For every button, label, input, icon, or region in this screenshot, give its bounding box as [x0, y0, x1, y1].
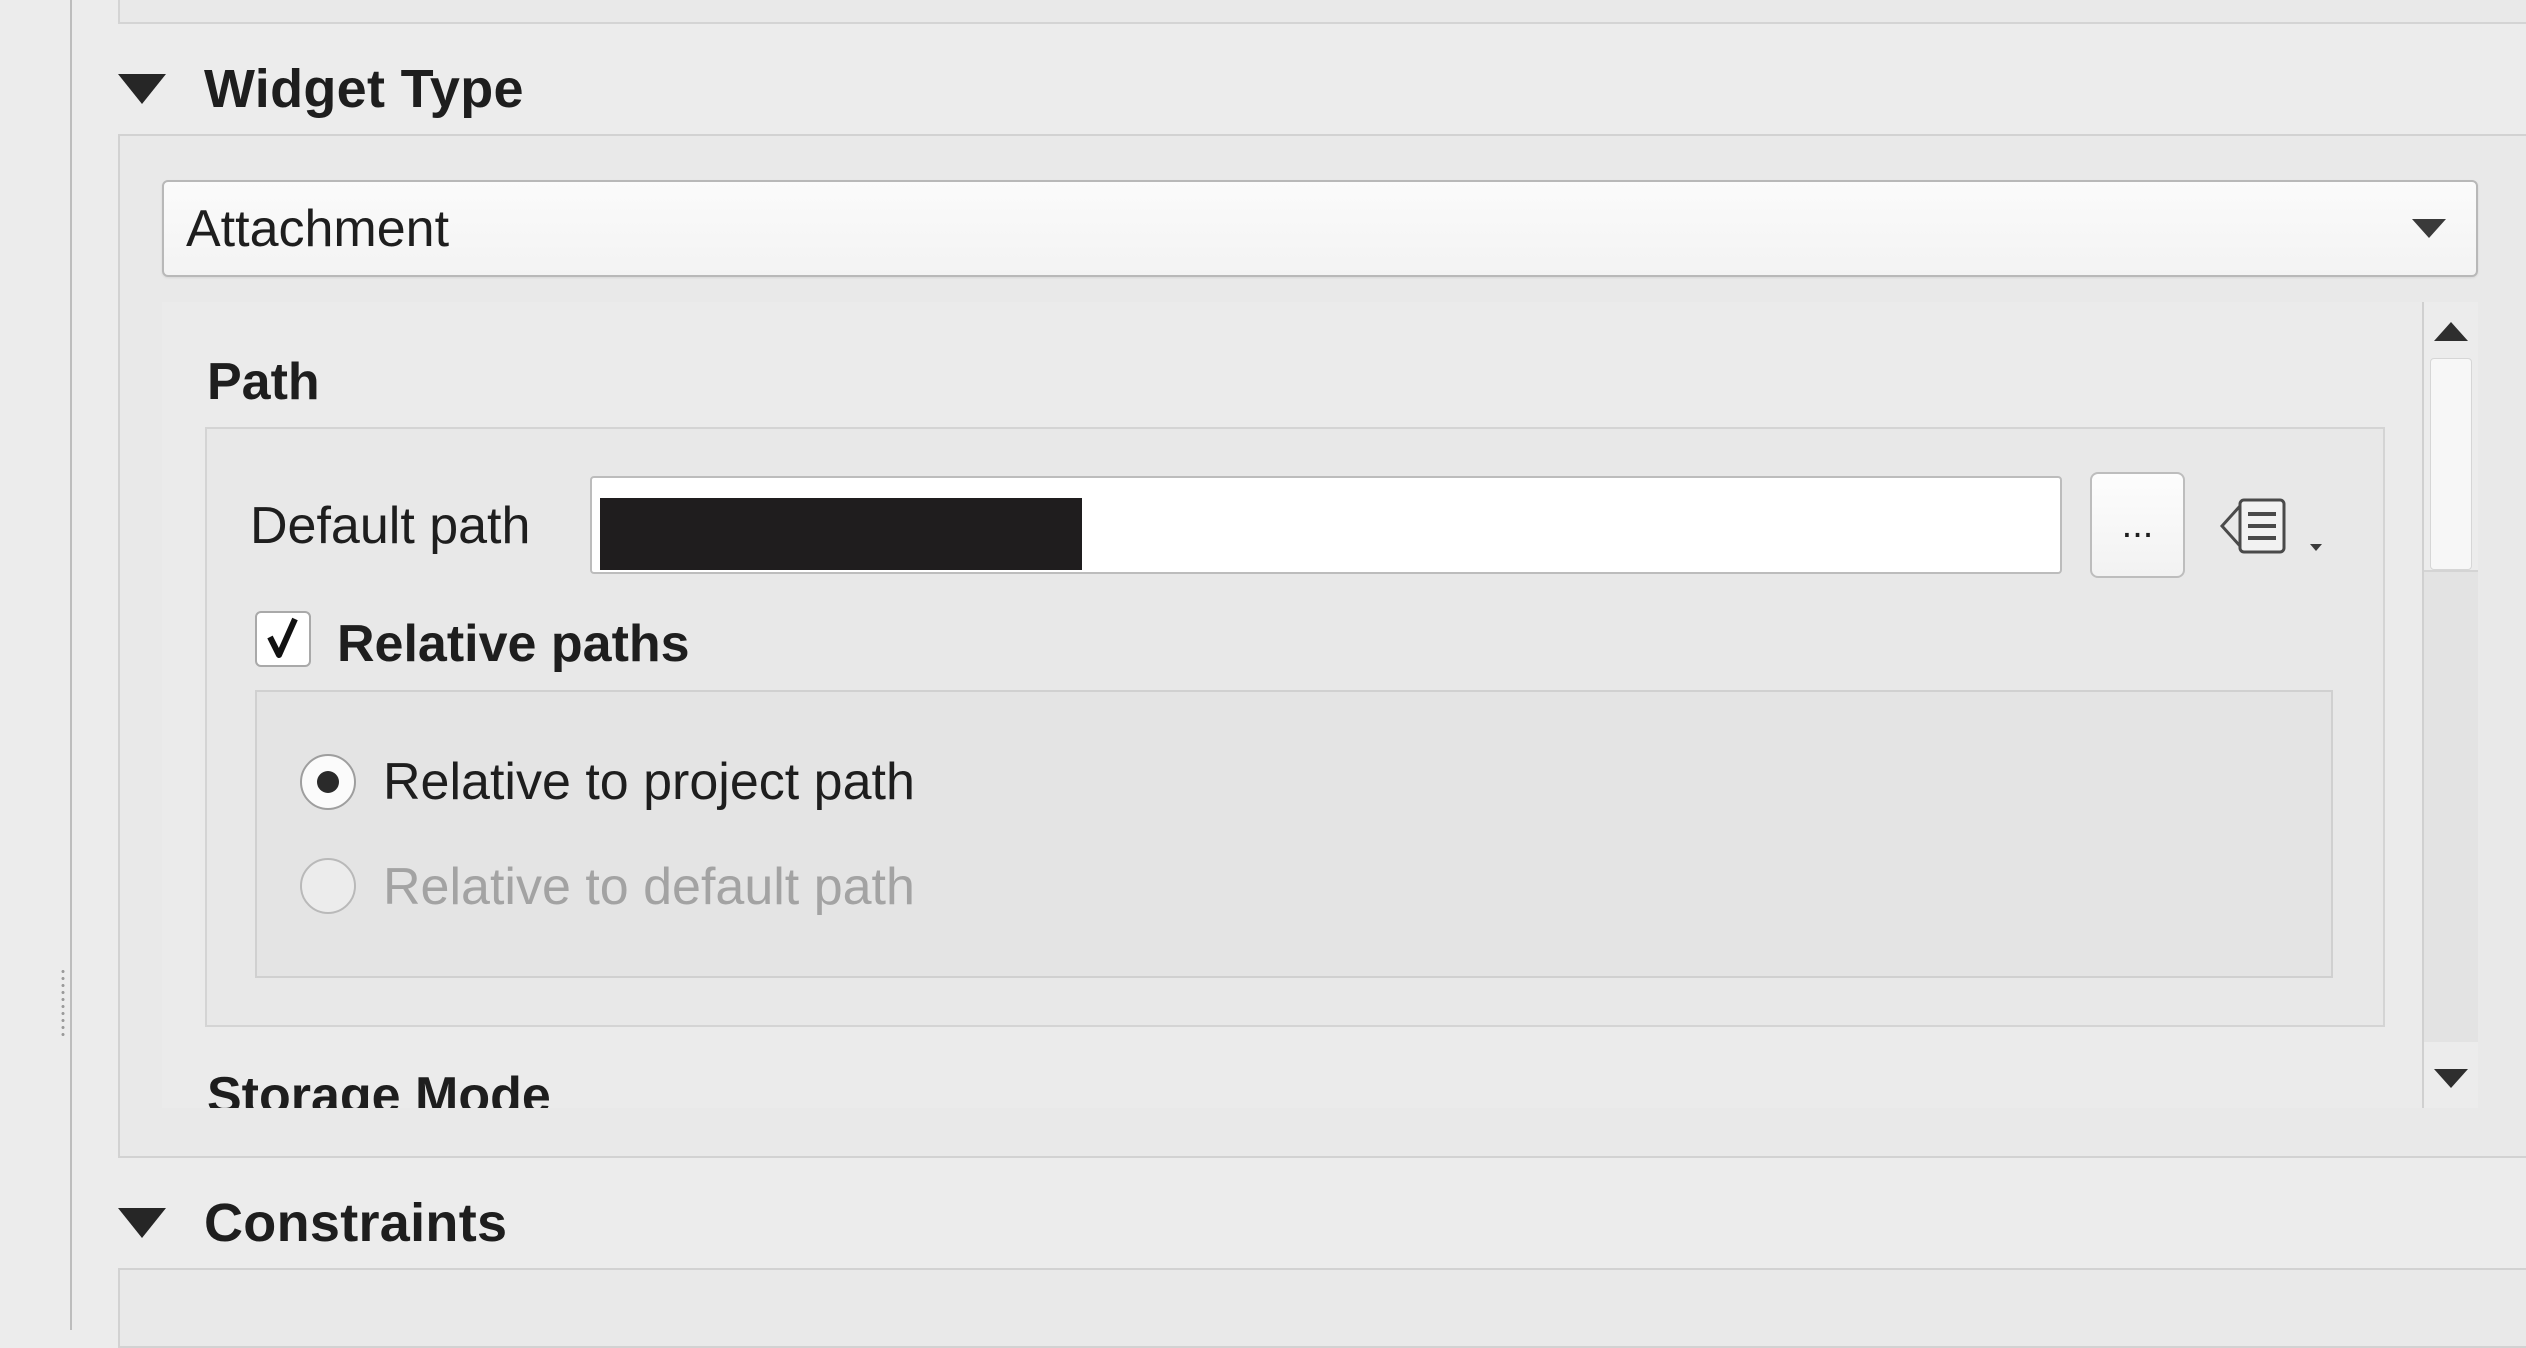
- scrollbar-track[interactable]: [2424, 570, 2478, 1042]
- constraints-header[interactable]: Constraints: [118, 1192, 507, 1254]
- left-panel-strip: [0, 0, 72, 1330]
- radio-relative-project[interactable]: [300, 754, 356, 810]
- default-path-label: Default path: [250, 497, 531, 555]
- triangle-down-icon[interactable]: [118, 1208, 166, 1238]
- checkmark-icon: [267, 617, 298, 658]
- redacted-path-value: [600, 498, 1082, 570]
- relative-mode-group: [255, 690, 2333, 978]
- constraints-title: Constraints: [204, 1193, 508, 1253]
- vertical-scrollbar[interactable]: [2422, 302, 2478, 1108]
- browse-button-label: ...: [2121, 503, 2154, 546]
- data-defined-override-icon[interactable]: [2218, 486, 2338, 566]
- storage-mode-clip: Storage Mode: [162, 1060, 2412, 1108]
- relative-paths-label[interactable]: Relative paths: [337, 614, 690, 674]
- radio-relative-default-label[interactable]: Relative to default path: [383, 857, 915, 917]
- previous-group-box: [118, 0, 2526, 24]
- default-path-input[interactable]: [590, 476, 2062, 574]
- radio-relative-project-label[interactable]: Relative to project path: [383, 752, 915, 812]
- widget-type-combobox[interactable]: Attachment: [162, 180, 2478, 277]
- scroll-down-arrow-icon[interactable]: [2434, 1069, 2468, 1088]
- radio-relative-default[interactable]: [300, 858, 356, 914]
- triangle-down-icon[interactable]: [118, 74, 166, 104]
- path-section-title: Path: [207, 353, 320, 411]
- relative-paths-checkbox[interactable]: [255, 611, 311, 667]
- widget-type-selected: Attachment: [186, 199, 450, 258]
- scroll-up-arrow-icon[interactable]: [2434, 322, 2468, 341]
- splitter-handle[interactable]: [60, 968, 66, 1038]
- widget-type-header[interactable]: Widget Type: [118, 58, 524, 120]
- chevron-down-icon: [2412, 219, 2446, 238]
- scrollbar-thumb[interactable]: [2430, 358, 2472, 570]
- storage-mode-title: Storage Mode: [207, 1067, 551, 1108]
- browse-button[interactable]: ...: [2090, 472, 2185, 578]
- constraints-group: [118, 1268, 2526, 1348]
- widget-type-title: Widget Type: [204, 59, 524, 119]
